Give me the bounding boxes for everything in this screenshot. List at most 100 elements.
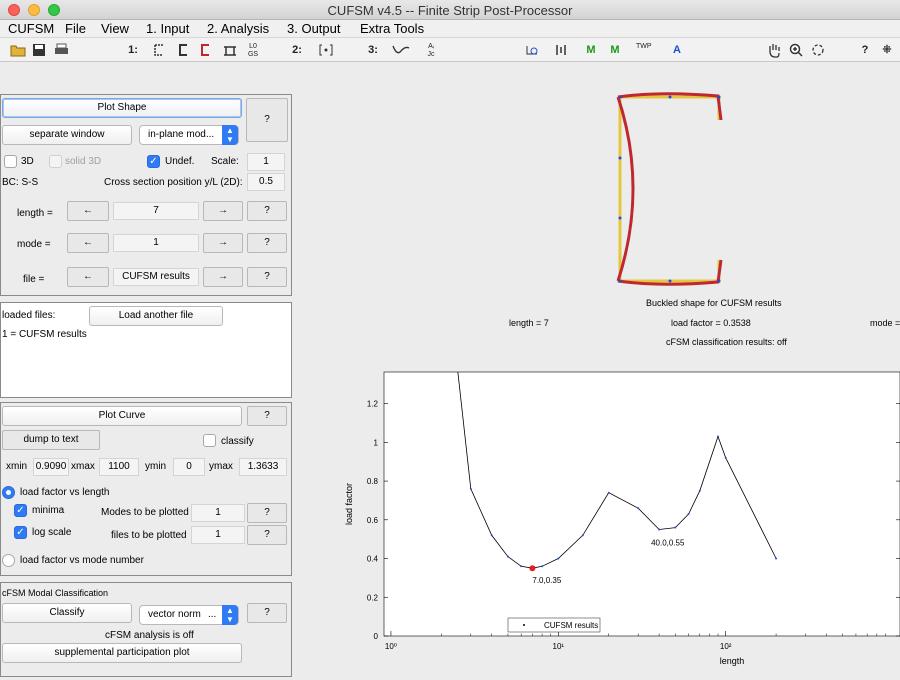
data-point (506, 555, 509, 558)
files-to-plot-input[interactable]: 1 (191, 526, 245, 544)
menu-view[interactable]: View (101, 21, 129, 36)
length-prev-button[interactable]: ← (67, 201, 109, 221)
scale-input[interactable]: 1 (247, 153, 285, 171)
minimum-annotation-label: 7.0,0.35 (532, 576, 561, 585)
file-help-button[interactable]: ? (247, 267, 287, 287)
twp-icon[interactable]: TWP (636, 40, 652, 60)
dump-to-text-button[interactable]: dump to text (2, 430, 100, 450)
m-green2-icon[interactable]: M (608, 40, 622, 60)
solid-3d-checkbox[interactable] (49, 155, 62, 168)
menu-analysis[interactable]: 2. Analysis (207, 21, 269, 36)
menu-output[interactable]: 3. Output (287, 21, 340, 36)
ymax-input[interactable]: 1.3633 (239, 458, 287, 476)
bracket-icon[interactable] (318, 40, 334, 60)
chevron-updown-icon: ▲ ▼ (222, 605, 238, 625)
classify-checkbox[interactable] (203, 434, 216, 447)
mode-help-button[interactable]: ? (247, 233, 287, 253)
save-icon[interactable] (32, 40, 46, 60)
c-section-icon[interactable] (176, 40, 190, 60)
classify-button[interactable]: Classify (2, 603, 132, 623)
load-factor-vs-mode-label: load factor vs mode number (20, 555, 144, 566)
shape-mode-select[interactable]: in-plane mod... ▲ ▼ (139, 125, 239, 145)
rotate-icon[interactable] (810, 40, 826, 60)
loading-icon[interactable]: L0 GS (246, 40, 260, 60)
classification-icon[interactable]: Aᵢ Jc (424, 40, 438, 60)
x-axis-label: length (720, 656, 745, 666)
log-scale-checkbox[interactable]: ✓ (14, 526, 27, 539)
modes-help-button[interactable]: ? (247, 503, 287, 523)
xmin-input[interactable]: 0.9090 (33, 458, 69, 476)
boundary-icon[interactable] (222, 40, 238, 60)
file-value[interactable]: CUFSM results (113, 268, 199, 286)
menu-cufsm[interactable]: CUFSM (8, 21, 54, 36)
files-to-plot-label: files to be plotted (111, 530, 187, 541)
curve-help-button[interactable]: ? (247, 406, 287, 426)
data-point (607, 491, 610, 494)
y-tick-label: 0.4 (367, 555, 379, 564)
ymin-input[interactable]: 0 (173, 458, 205, 476)
y-tick-label: 1 (374, 438, 379, 447)
y-tick-label: 1.2 (367, 400, 379, 409)
plot-area (383, 371, 900, 637)
mode-next-button[interactable]: → (203, 233, 243, 253)
data-point (687, 513, 690, 516)
data-cursor-icon[interactable]: ⁜ (880, 40, 894, 60)
file-prev-button[interactable]: ← (67, 267, 109, 287)
node-edit-icon[interactable] (524, 40, 540, 60)
window-title: CUFSM v4.5 -- Finite Strip Post-Processo… (327, 3, 573, 18)
shape-length-text: length = 7 (509, 318, 549, 328)
section-builder-icon[interactable] (152, 40, 166, 60)
menu-extra-tools[interactable]: Extra Tools (360, 21, 424, 36)
3d-label: 3D (21, 156, 34, 167)
m-green-icon[interactable]: M (584, 40, 598, 60)
length-value[interactable]: 7 (113, 202, 199, 220)
load-factor-vs-length-radio[interactable] (2, 486, 15, 499)
cross-section-label: Cross section position y/L (2D): (104, 177, 243, 188)
chart-legend: CUFSM results (507, 617, 601, 633)
output-step-label: 3: (368, 44, 378, 56)
load-another-file-button[interactable]: Load another file (89, 306, 223, 326)
zoom-in-icon[interactable] (788, 40, 804, 60)
shape-mode-text: mode = (870, 318, 900, 328)
xmax-label: xmax (71, 461, 95, 472)
file-next-button[interactable]: → (203, 267, 243, 287)
ymax-label: ymax (209, 461, 233, 472)
xmax-input[interactable]: 1100 (99, 458, 139, 476)
mode-value[interactable]: 1 (113, 234, 199, 252)
cfsm-help-button[interactable]: ? (247, 603, 287, 623)
files-help-button[interactable]: ? (247, 525, 287, 545)
print-icon[interactable] (54, 40, 69, 60)
pan-hand-icon[interactable] (766, 40, 782, 60)
shape-help-button[interactable]: ? (246, 98, 288, 142)
mode-prev-button[interactable]: ← (67, 233, 109, 253)
data-point (674, 526, 677, 529)
length-next-button[interactable]: → (203, 201, 243, 221)
a-blue-icon[interactable]: A (670, 40, 684, 60)
undeformed-checkbox[interactable]: ✓ (147, 155, 160, 168)
vector-norm-select[interactable]: vector norm ... ▲ ▼ (139, 605, 239, 625)
modes-to-plot-input[interactable]: 1 (191, 504, 245, 522)
supplemental-participation-button[interactable]: supplemental participation plot (2, 643, 242, 663)
load-factor-vs-mode-radio[interactable] (2, 554, 15, 567)
3d-checkbox[interactable] (4, 155, 17, 168)
open-folder-icon[interactable] (10, 40, 26, 60)
y-tick-label: 0 (374, 632, 379, 641)
fixity-icon[interactable] (554, 40, 568, 60)
load-factor-vs-length-label: load factor vs length (20, 487, 110, 498)
separate-window-button[interactable]: separate window (2, 125, 132, 145)
help-icon[interactable]: ? (858, 40, 872, 60)
undeformed-label: Undef. (165, 156, 195, 167)
plot-shape-button[interactable]: Plot Shape (2, 98, 242, 118)
buckling-curve-icon[interactable] (392, 40, 410, 60)
plot-curve-button[interactable]: Plot Curve (2, 406, 242, 426)
cross-section-input[interactable]: 0.5 (247, 173, 285, 191)
loaded-file-entry[interactable]: 1 = CUFSM results (2, 329, 87, 340)
menu-file[interactable]: File (65, 21, 86, 36)
length-help-button[interactable]: ? (247, 201, 287, 221)
x-tick-label: 10⁰ (385, 642, 397, 651)
minima-checkbox[interactable]: ✓ (14, 504, 27, 517)
vector-norm-select-value: vector norm (148, 609, 201, 620)
template-icon[interactable] (198, 40, 212, 60)
buckled-shape-caption: Buckled shape for CUFSM results (646, 298, 782, 308)
menu-input[interactable]: 1. Input (146, 21, 189, 36)
